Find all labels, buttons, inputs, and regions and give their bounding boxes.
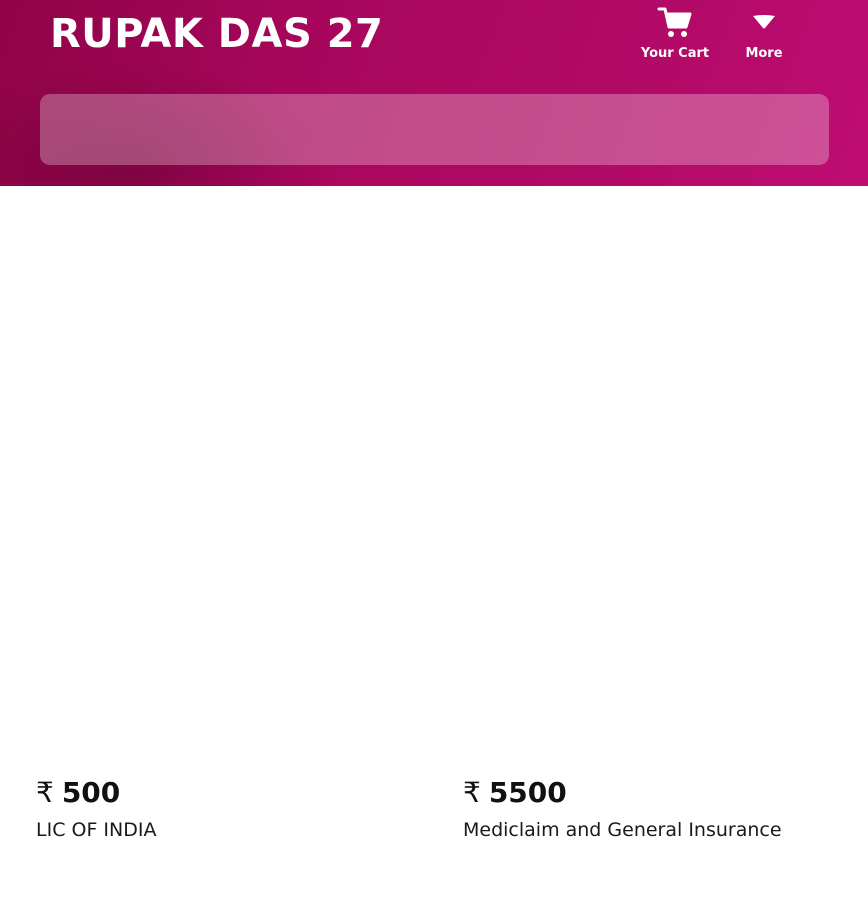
cart-icon [657, 4, 693, 40]
app-header: RUPAK DAS 27 Your Cart More [0, 0, 868, 186]
your-cart-button[interactable]: Your Cart [635, 4, 715, 68]
product-price: ₹ 500 [36, 776, 156, 809]
product-name: LIC OF INDIA [36, 819, 157, 841]
product-name: Mediclaim and General Insurance [463, 819, 782, 841]
product-card-mediclaim[interactable]: ₹ 5500 Mediclaim and General Insurance [463, 776, 782, 841]
more-label: More [745, 46, 783, 61]
your-cart-label: Your Cart [640, 46, 710, 61]
store-title: RUPAK DAS 27 [50, 11, 384, 57]
price-amount: 5500 [488, 776, 567, 809]
currency-symbol: ₹ [463, 776, 481, 809]
search-input[interactable] [40, 94, 829, 165]
price-amount: 500 [61, 776, 121, 809]
chevron-down-icon [751, 4, 777, 40]
currency-symbol: ₹ [36, 776, 54, 809]
more-button[interactable]: More [724, 4, 804, 68]
product-card-lic[interactable]: ₹ 500 LIC OF INDIA [36, 776, 156, 841]
product-price: ₹ 5500 [463, 776, 782, 809]
